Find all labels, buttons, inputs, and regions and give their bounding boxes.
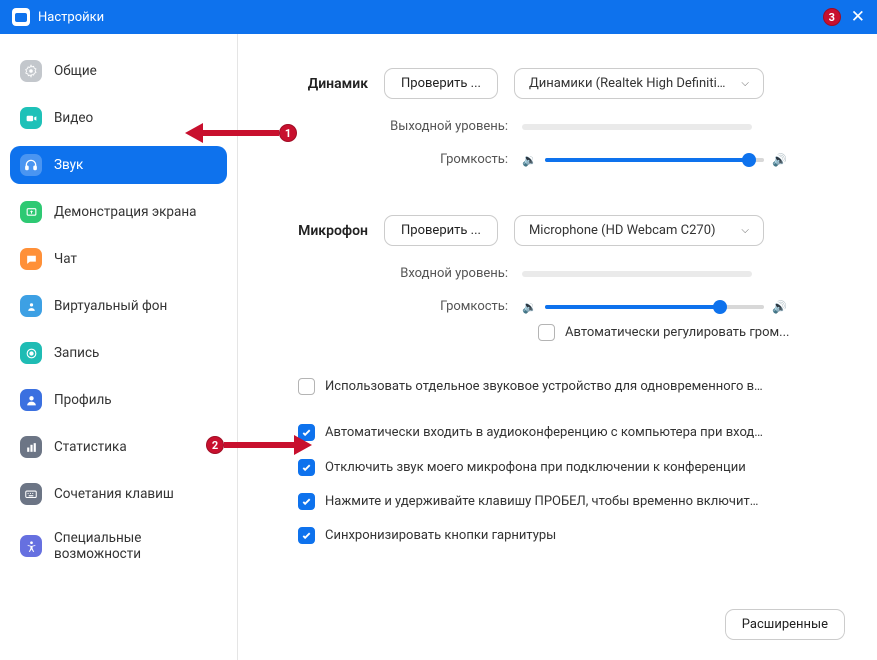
microphone-volume-row: Громкость: 🔉 🔊 bbox=[278, 299, 849, 314]
speaker-row: Динамик Проверить ... Динамики (Realtek … bbox=[278, 68, 849, 99]
checkbox-row-sync-headset: Синхронизировать кнопки гарнитуры bbox=[278, 527, 849, 545]
microphone-volume-slider[interactable] bbox=[545, 305, 764, 309]
general-icon bbox=[20, 60, 42, 82]
chat-icon bbox=[20, 248, 42, 270]
sidebar-item-profile[interactable]: Профиль bbox=[10, 381, 227, 419]
content-area: Общие Видео Звук Демонстрация экрана Чат bbox=[0, 34, 877, 660]
speaker-volume-row: Громкость: 🔉 🔊 bbox=[278, 152, 849, 167]
microphone-volume-label: Громкость: bbox=[368, 299, 508, 314]
speaker-volume-slider[interactable] bbox=[545, 158, 764, 162]
speaker-volume-label: Громкость: bbox=[368, 152, 508, 167]
sidebar-item-label: Запись bbox=[54, 345, 99, 361]
sidebar-item-label: Демонстрация экрана bbox=[54, 204, 196, 220]
sidebar-item-label: Звук bbox=[54, 157, 83, 173]
sidebar-item-screen-share[interactable]: Демонстрация экрана bbox=[10, 193, 227, 231]
screen-share-icon bbox=[20, 201, 42, 223]
auto-join-checkbox[interactable] bbox=[298, 424, 315, 441]
accessibility-icon bbox=[20, 535, 42, 557]
virtual-bg-icon bbox=[20, 295, 42, 317]
microphone-row: Микрофон Проверить ... Microphone (HD We… bbox=[278, 215, 849, 246]
chevron-down-icon: ⌵ bbox=[741, 78, 749, 89]
advanced-button[interactable]: Расширенные bbox=[725, 609, 845, 640]
checkbox-row-separate-device: Использовать отдельное звуковое устройст… bbox=[278, 378, 849, 396]
separate-device-checkbox[interactable] bbox=[298, 378, 315, 395]
sidebar-item-label: Видео bbox=[54, 110, 93, 126]
sidebar-item-video[interactable]: Видео bbox=[10, 99, 227, 137]
checkbox-label: Синхронизировать кнопки гарнитуры bbox=[325, 527, 556, 545]
auto-adjust-row: Автоматически регулировать гром... bbox=[278, 324, 849, 342]
titlebar-left: Настройки bbox=[12, 8, 104, 26]
sidebar: Общие Видео Звук Демонстрация экрана Чат bbox=[0, 34, 238, 660]
input-level-meter bbox=[522, 271, 752, 277]
sidebar-item-label: Статистика bbox=[54, 439, 127, 455]
sidebar-item-keyboard[interactable]: Сочетания клавиш bbox=[10, 475, 227, 513]
test-speaker-button[interactable]: Проверить ... bbox=[384, 68, 498, 99]
record-icon bbox=[20, 342, 42, 364]
sidebar-item-accessibility[interactable]: Специальные возможности bbox=[10, 522, 227, 570]
sidebar-item-label: Виртуальный фон bbox=[54, 298, 167, 314]
auto-adjust-label: Автоматически регулировать гром... bbox=[565, 324, 789, 342]
keyboard-icon bbox=[20, 483, 42, 505]
sidebar-item-label: Профиль bbox=[54, 392, 112, 408]
chevron-down-icon: ⌵ bbox=[741, 225, 749, 236]
close-icon[interactable]: ✕ bbox=[851, 9, 865, 26]
microphone-input-level-row: Входной уровень: bbox=[278, 266, 849, 281]
checkbox-label: Отключить звук моего микрофона при подкл… bbox=[325, 459, 746, 477]
titlebar: Настройки 3 ✕ bbox=[0, 0, 877, 34]
speaker-device-dropdown[interactable]: Динамики (Realtek High Definitio... ⌵ bbox=[514, 68, 764, 99]
sidebar-item-label: Общие bbox=[54, 63, 97, 79]
microphone-device-value: Microphone (HD Webcam C270) bbox=[529, 223, 716, 238]
main-panel: Динамик Проверить ... Динамики (Realtek … bbox=[238, 34, 877, 660]
footer: Расширенные bbox=[278, 609, 849, 640]
speaker-output-level-row: Выходной уровень: bbox=[278, 119, 849, 134]
annotation-badge-3: 3 bbox=[823, 8, 841, 26]
stats-icon bbox=[20, 436, 42, 458]
volume-low-icon: 🔉 bbox=[522, 153, 537, 167]
test-microphone-button[interactable]: Проверить ... bbox=[384, 215, 498, 246]
sidebar-item-record[interactable]: Запись bbox=[10, 334, 227, 372]
headphones-icon bbox=[20, 154, 42, 176]
window-title: Настройки bbox=[38, 10, 104, 25]
sidebar-item-label: Чат bbox=[54, 251, 77, 267]
checkbox-label: Нажмите и удерживайте клавишу ПРОБЕЛ, чт… bbox=[325, 493, 765, 511]
microphone-device-dropdown[interactable]: Microphone (HD Webcam C270) ⌵ bbox=[514, 215, 764, 246]
sidebar-item-general[interactable]: Общие bbox=[10, 52, 227, 90]
mute-mic-checkbox[interactable] bbox=[298, 459, 315, 476]
checkbox-label: Использовать отдельное звуковое устройст… bbox=[325, 378, 765, 396]
volume-high-icon: 🔊 bbox=[772, 153, 787, 167]
app-icon bbox=[12, 8, 30, 26]
sidebar-item-label: Специальные возможности bbox=[54, 530, 217, 562]
titlebar-right: 3 ✕ bbox=[823, 8, 865, 26]
speaker-device-value: Динамики (Realtek High Definitio... bbox=[529, 76, 731, 91]
sidebar-item-virtual-bg[interactable]: Виртуальный фон bbox=[10, 287, 227, 325]
sidebar-item-audio[interactable]: Звук bbox=[10, 146, 227, 184]
checkbox-row-auto-join: Автоматически входить в аудиоконференцию… bbox=[278, 424, 849, 442]
sidebar-item-stats[interactable]: Статистика bbox=[10, 428, 227, 466]
speaker-label: Динамик bbox=[278, 76, 368, 92]
video-icon bbox=[20, 107, 42, 129]
volume-high-icon: 🔊 bbox=[772, 300, 787, 314]
checkbox-row-space-unmute: Нажмите и удерживайте клавишу ПРОБЕЛ, чт… bbox=[278, 493, 849, 511]
auto-adjust-checkbox[interactable] bbox=[538, 324, 555, 341]
sidebar-item-label: Сочетания клавиш bbox=[54, 486, 174, 502]
profile-icon bbox=[20, 389, 42, 411]
sidebar-item-chat[interactable]: Чат bbox=[10, 240, 227, 278]
volume-low-icon: 🔉 bbox=[522, 300, 537, 314]
input-level-label: Входной уровень: bbox=[368, 266, 508, 281]
space-unmute-checkbox[interactable] bbox=[298, 493, 315, 510]
checkbox-label: Автоматически входить в аудиоконференцию… bbox=[325, 424, 765, 442]
output-level-meter bbox=[522, 124, 752, 130]
checkbox-row-mute-mic: Отключить звук моего микрофона при подкл… bbox=[278, 459, 849, 477]
output-level-label: Выходной уровень: bbox=[368, 119, 508, 134]
sync-headset-checkbox[interactable] bbox=[298, 527, 315, 544]
microphone-label: Микрофон bbox=[278, 223, 368, 239]
